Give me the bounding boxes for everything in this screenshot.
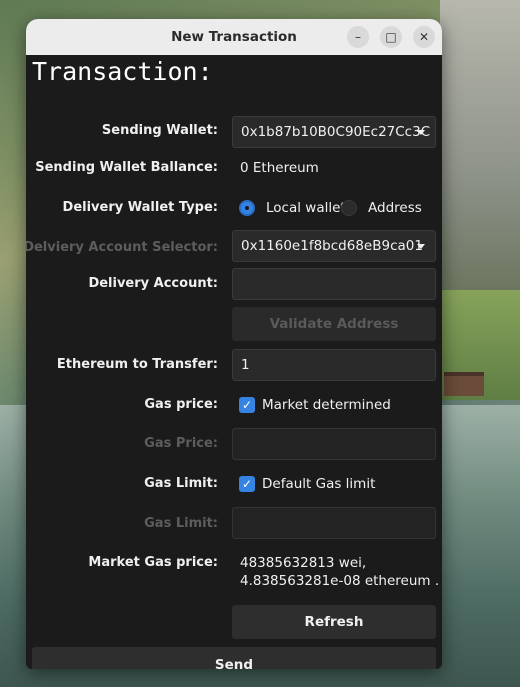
close-button[interactable]: ✕ [413, 26, 435, 48]
maximize-icon: □ [385, 30, 397, 44]
ethereum-to-transfer-label: Ethereum to Transfer: [56, 357, 218, 372]
checkmark-icon: ✓ [241, 398, 253, 412]
market-gas-price-ether: 4.838563281e-08 ethereum . [240, 573, 440, 589]
sending-wallet-value: 0x1b87b10B0C90Ec27Cc3C [241, 124, 431, 140]
gas-price-input-label: Gas Price: [144, 436, 218, 451]
market-gas-price-label: Market Gas price: [88, 555, 218, 570]
delivery-account-selector-label: Delviery Account Selector: [26, 240, 218, 255]
delivery-account-label: Delivery Account: [88, 276, 218, 291]
transaction-form: Transaction: Sending Wallet: 0x1b87b10B0… [26, 55, 442, 669]
new-transaction-window: New Transaction – □ ✕ Transaction: Sendi… [26, 19, 442, 669]
chevron-down-icon [417, 130, 425, 135]
refresh-button[interactable]: Refresh [232, 605, 436, 639]
market-determined-checkbox[interactable]: ✓ [239, 397, 255, 413]
minimize-button[interactable]: – [347, 26, 369, 48]
gas-price-label: Gas price: [144, 397, 218, 412]
delivery-account-input[interactable] [232, 268, 436, 300]
maximize-button[interactable]: □ [380, 26, 402, 48]
sending-wallet-label: Sending Wallet: [101, 123, 218, 138]
gas-limit-input[interactable] [232, 507, 436, 539]
form-heading: Transaction: [32, 57, 213, 86]
window-title: New Transaction [171, 29, 297, 45]
checkmark-icon: ✓ [241, 477, 253, 491]
radio-address[interactable] [341, 200, 357, 216]
ethereum-to-transfer-input[interactable]: 1 [232, 349, 436, 381]
delivery-account-select-value: 0x1160e1f8bcd68eB9ca01 [241, 238, 423, 254]
default-gas-limit-label[interactable]: Default Gas limit [262, 476, 375, 492]
default-gas-limit-checkbox[interactable]: ✓ [239, 476, 255, 492]
radio-local-wallet-label[interactable]: Local wallet [266, 200, 346, 216]
gas-price-input[interactable] [232, 428, 436, 460]
send-button[interactable]: Send [32, 647, 436, 669]
radio-local-wallet[interactable] [239, 200, 255, 216]
sending-wallet-balance-value: 0 Ethereum [240, 160, 319, 176]
delivery-account-select[interactable]: 0x1160e1f8bcd68eB9ca01 [232, 230, 436, 262]
background-rock [440, 0, 520, 290]
radio-address-label[interactable]: Address [368, 200, 422, 216]
sending-wallet-balance-label: Sending Wallet Ballance: [35, 160, 218, 175]
gas-limit-label: Gas Limit: [144, 476, 218, 491]
chevron-down-icon [417, 244, 425, 249]
validate-address-button[interactable]: Validate Address [232, 307, 436, 341]
ethereum-to-transfer-value: 1 [241, 357, 250, 373]
minimize-icon: – [355, 30, 361, 44]
delivery-wallet-type-label: Delivery Wallet Type: [62, 200, 218, 215]
background-house [444, 372, 484, 396]
close-icon: ✕ [418, 30, 430, 44]
gas-limit-input-label: Gas Limit: [144, 516, 218, 531]
sending-wallet-select[interactable]: 0x1b87b10B0C90Ec27Cc3C [232, 116, 436, 148]
market-gas-price-wei: 48385632813 wei, [240, 555, 367, 571]
market-determined-label[interactable]: Market determined [262, 397, 391, 413]
title-bar[interactable]: New Transaction – □ ✕ [26, 19, 442, 55]
